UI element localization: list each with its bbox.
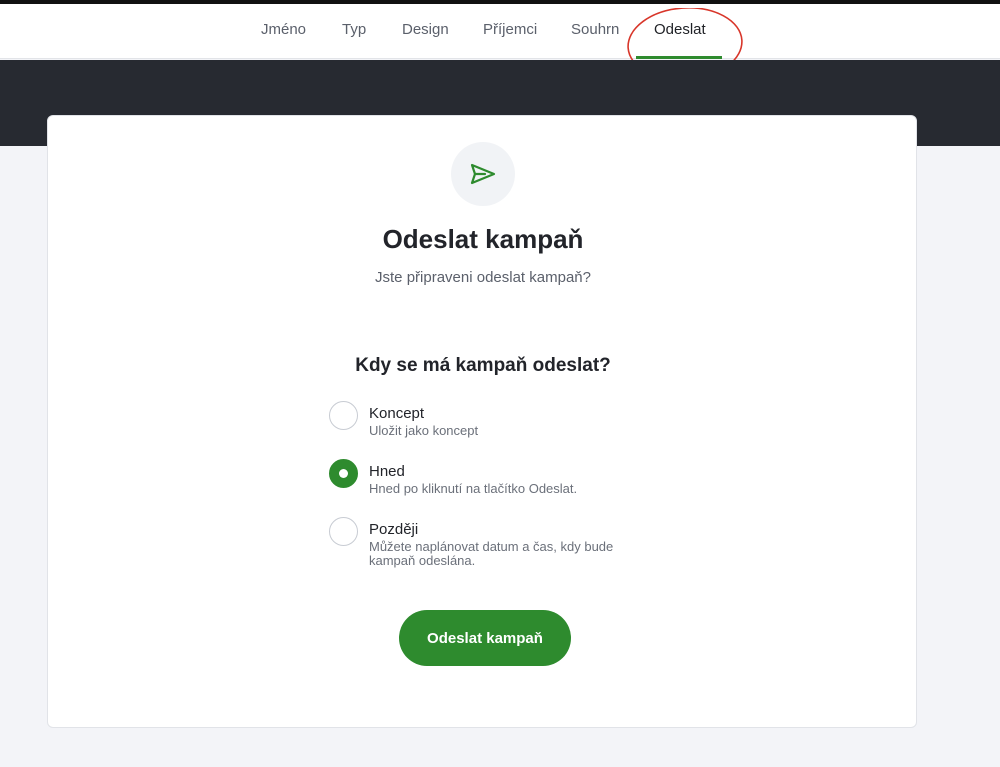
radio-koncept[interactable] [329, 401, 358, 430]
option-description: Uložit jako koncept [369, 423, 479, 438]
send-time-question: Kdy se má kampaň odeslat? [355, 355, 611, 376]
option-pozdeji[interactable]: Později Můžete naplánovat datum a čas, k… [329, 517, 659, 573]
tab-souhrn[interactable]: Souhrn [571, 4, 619, 59]
option-label: Hned [369, 463, 405, 480]
tab-odeslat[interactable]: Odeslat [654, 4, 706, 59]
option-hned[interactable]: Hned Hned po kliknutí na tlačítko Odesla… [329, 459, 659, 499]
option-koncept[interactable]: Koncept Uložit jako koncept [329, 401, 659, 441]
active-tab-indicator [636, 56, 722, 59]
radio-hned[interactable] [329, 459, 358, 488]
option-description: Můžete naplánovat datum a čas, kdy bude … [369, 539, 614, 568]
card-title: Odeslat kampaň [382, 224, 584, 254]
send-campaign-button[interactable]: Odeslat kampaň [399, 610, 571, 666]
send-campaign-card: Odeslat kampaň Jste připraveni odeslat k… [47, 115, 917, 728]
radio-pozdeji[interactable] [329, 517, 358, 546]
send-icon [451, 142, 515, 206]
option-label: Později [369, 521, 419, 538]
tab-jmeno[interactable]: Jméno [261, 4, 306, 59]
tab-typ[interactable]: Typ [342, 4, 366, 59]
option-label: Koncept [369, 405, 425, 422]
tab-design[interactable]: Design [402, 4, 449, 59]
tab-prijemci[interactable]: Příjemci [483, 4, 537, 59]
option-description: Hned po kliknutí na tlačítko Odeslat. [369, 481, 578, 496]
wizard-tab-bar: Jméno Typ Design Příjemci Souhrn Odeslat [0, 4, 1000, 59]
card-subtitle: Jste připraveni odeslat kampaň? [375, 269, 591, 286]
